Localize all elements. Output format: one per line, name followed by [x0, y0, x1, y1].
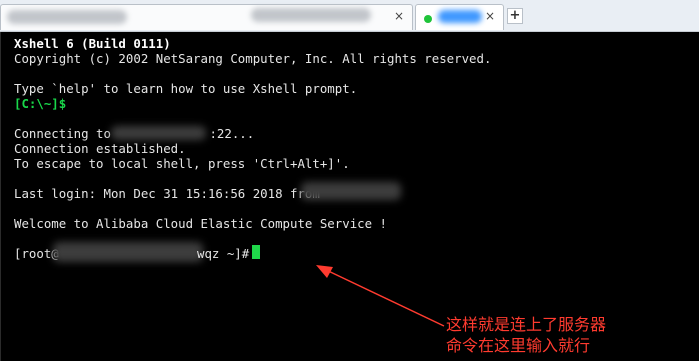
redacted-host [111, 126, 206, 140]
banner-title: Xshell 6 (Build 0111) [14, 36, 171, 51]
new-tab-button[interactable]: + [507, 8, 523, 24]
redacted-login-ip [301, 182, 401, 200]
help-line: Type `help' to learn how to use Xshell p… [14, 81, 358, 96]
close-icon[interactable]: × [483, 9, 497, 23]
welcome-line: Welcome to Alibaba Cloud Elastic Compute… [14, 216, 387, 231]
remote-prompt-suffix: wqz ~]# [197, 246, 250, 261]
annotation-text: 这样就是连上了服务器 命令在这里输入就行 [446, 314, 686, 356]
copyright-line: Copyright (c) 2002 NetSarang Computer, I… [14, 51, 492, 66]
redacted-tab-title-active [438, 10, 482, 23]
connection-established-line: Connection established. [14, 141, 186, 156]
text-cursor [252, 245, 260, 259]
session-tab-1[interactable]: × [0, 4, 413, 30]
terminal-area[interactable]: Xshell 6 (Build 0111) Copyright (c) 2002… [0, 32, 699, 361]
escape-hint-line: To escape to local shell, press 'Ctrl+Al… [14, 156, 350, 171]
tab-bar: × × + [0, 0, 699, 32]
annotation-line-2: 命令在这里输入就行 [446, 336, 591, 355]
connecting-suffix: :22... [209, 126, 255, 141]
connecting-prefix: Connecting to [14, 126, 119, 141]
redacted-hostname [53, 242, 203, 262]
annotation-line-1: 这样就是连上了服务器 [446, 315, 607, 334]
local-prompt: [C:\~]$ [14, 96, 67, 111]
session-tab-active[interactable]: × [415, 4, 504, 30]
close-icon[interactable]: × [392, 9, 406, 23]
redacted-tab-title-2 [251, 8, 371, 22]
connected-status-icon [424, 15, 432, 23]
redacted-tab-title [7, 10, 127, 24]
last-login-line: Last login: Mon Dec 31 15:16:56 2018 fro… [14, 186, 320, 201]
